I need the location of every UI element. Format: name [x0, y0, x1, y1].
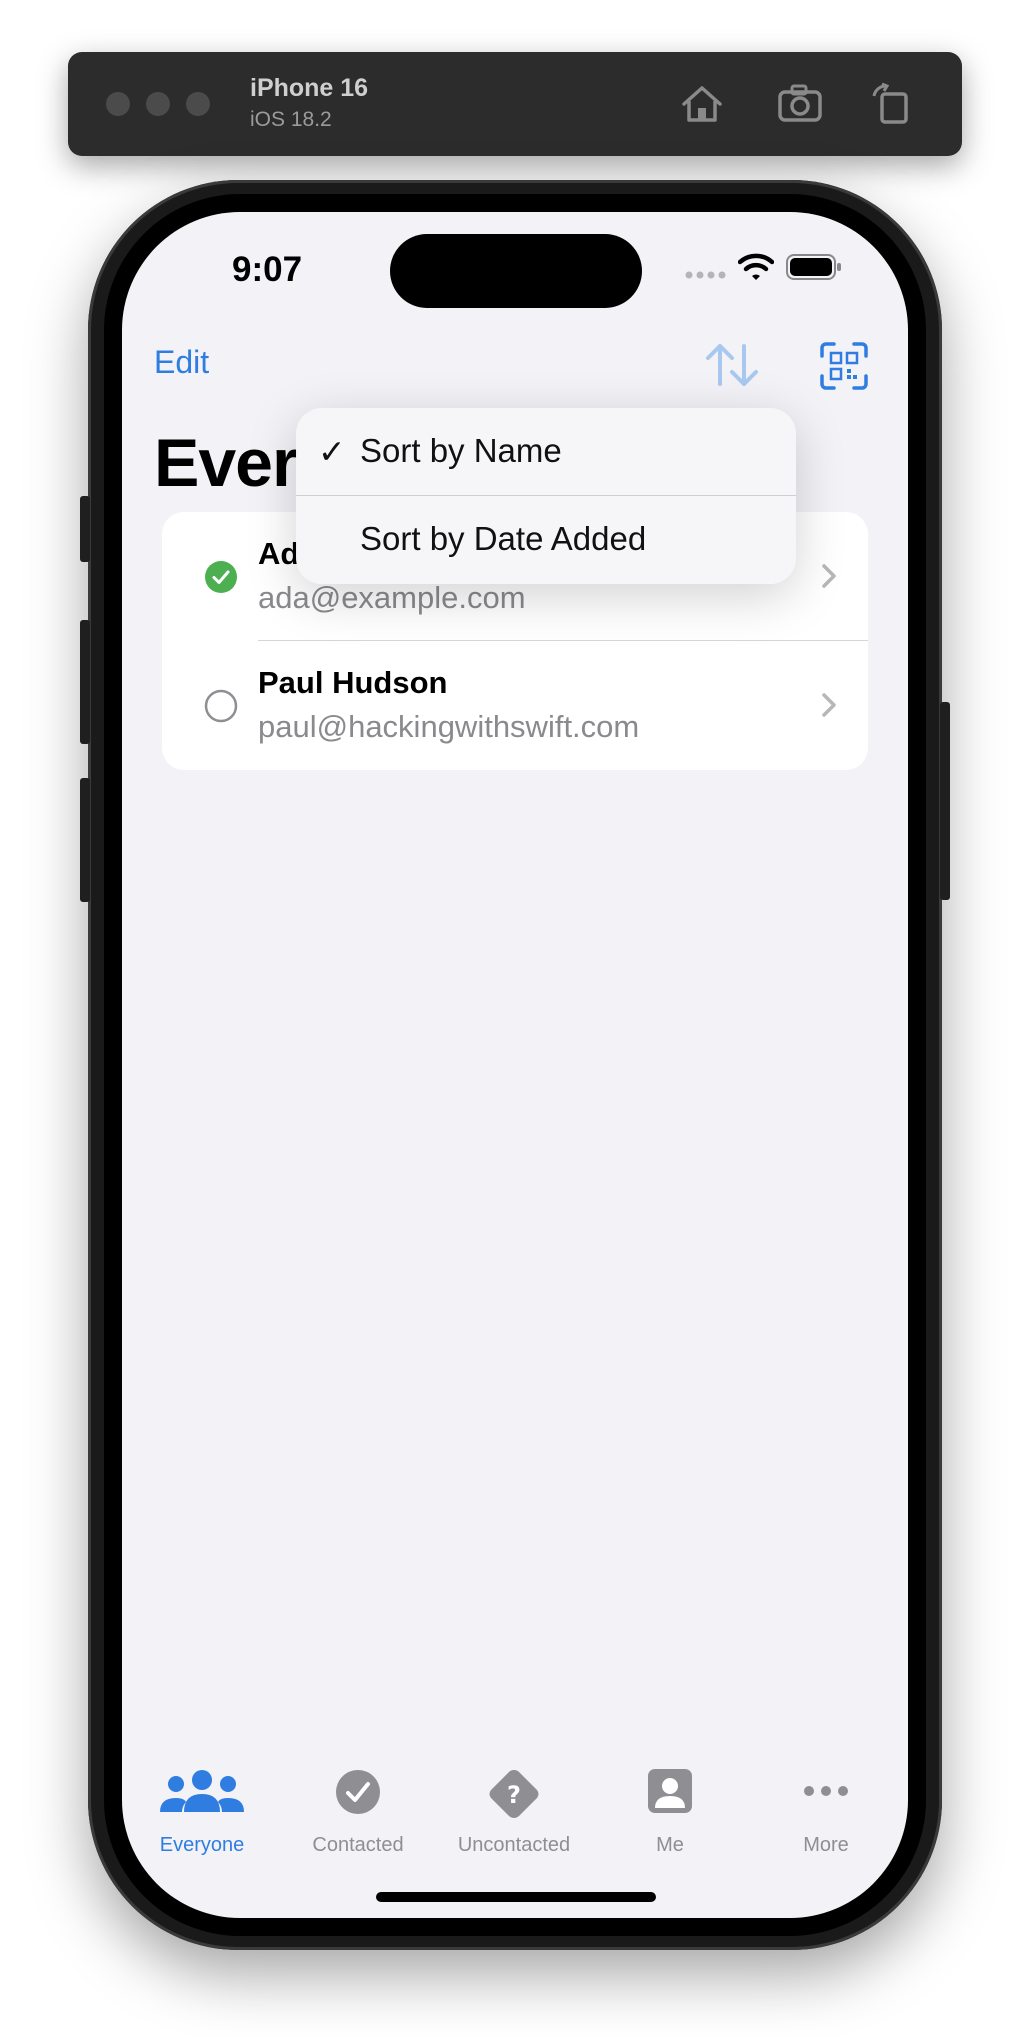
list-item[interactable]: Paul Hudson paul@hackingwithswift.com	[162, 641, 868, 770]
wifi-icon	[738, 253, 774, 280]
window-zoom-dot[interactable]	[186, 92, 210, 116]
tab-more[interactable]: More	[748, 1768, 904, 1868]
svg-text:?: ?	[507, 1781, 521, 1809]
tab-label: Contacted	[312, 1834, 404, 1856]
tab-label: Uncontacted	[457, 1834, 571, 1856]
chevron-right-icon	[822, 693, 836, 717]
edit-button[interactable]: Edit	[154, 344, 209, 381]
contacted-checkmark-icon[interactable]	[204, 560, 238, 594]
tab-label: Everyone	[159, 1834, 245, 1856]
sort-menu: ✓ Sort by Name Sort by Date Added	[296, 408, 796, 584]
battery-icon	[786, 254, 841, 280]
tab-label: More	[803, 1834, 849, 1856]
qr-code-scanner-icon[interactable]	[820, 342, 868, 390]
tab-label: Me	[656, 1834, 684, 1856]
screenshot-camera-icon[interactable]	[776, 80, 824, 128]
action-button	[80, 496, 90, 562]
person-square-icon	[648, 1769, 692, 1813]
phone-screen: 9:07 Edit Ever Ad ada@example.com Paul H…	[122, 212, 908, 1918]
rotate-device-icon[interactable]	[868, 80, 916, 128]
people-icon	[160, 1770, 244, 1812]
simulator-os-version: iOS 18.2	[250, 108, 332, 131]
uncontacted-circle-icon[interactable]	[204, 689, 238, 723]
tab-uncontacted[interactable]: ? Uncontacted	[436, 1768, 592, 1868]
volume-up-button	[80, 620, 90, 744]
menu-item-sort-by-date-added[interactable]: Sort by Date Added	[296, 496, 796, 584]
menu-item-label: Sort by Name	[360, 432, 562, 469]
home-icon[interactable]	[678, 80, 726, 128]
window-close-dot[interactable]	[106, 92, 130, 116]
volume-down-button	[80, 778, 90, 902]
person-email: paul@hackingwithswift.com	[258, 709, 640, 744]
person-email: ada@example.com	[258, 580, 526, 615]
chevron-right-icon	[822, 564, 836, 588]
dynamic-island	[390, 234, 642, 308]
window-minimize-dot[interactable]	[146, 92, 170, 116]
status-time: 9:07	[232, 250, 303, 289]
page-title: Ever	[154, 425, 298, 501]
person-name: Ad	[258, 536, 300, 571]
tab-contacted[interactable]: Contacted	[280, 1768, 436, 1868]
cellular-signal-icon	[685, 271, 726, 279]
simulator-toolbar: iPhone 16 iOS 18.2	[68, 52, 962, 156]
checkmark-circle-icon	[336, 1770, 380, 1814]
menu-item-label: Sort by Date Added	[360, 520, 647, 557]
question-diamond-icon: ?	[489, 1770, 539, 1818]
tab-me[interactable]: Me	[592, 1768, 748, 1868]
ellipsis-icon	[804, 1786, 848, 1796]
sort-arrows-icon[interactable]	[704, 340, 760, 390]
checkmark-icon: ✓	[318, 433, 346, 470]
power-button	[940, 702, 950, 900]
home-indicator[interactable]	[376, 1892, 656, 1902]
menu-item-sort-by-name[interactable]: ✓ Sort by Name	[296, 408, 796, 496]
person-name: Paul Hudson	[258, 665, 448, 700]
tab-everyone[interactable]: Everyone	[124, 1768, 280, 1868]
simulator-device-name: iPhone 16	[250, 74, 369, 102]
